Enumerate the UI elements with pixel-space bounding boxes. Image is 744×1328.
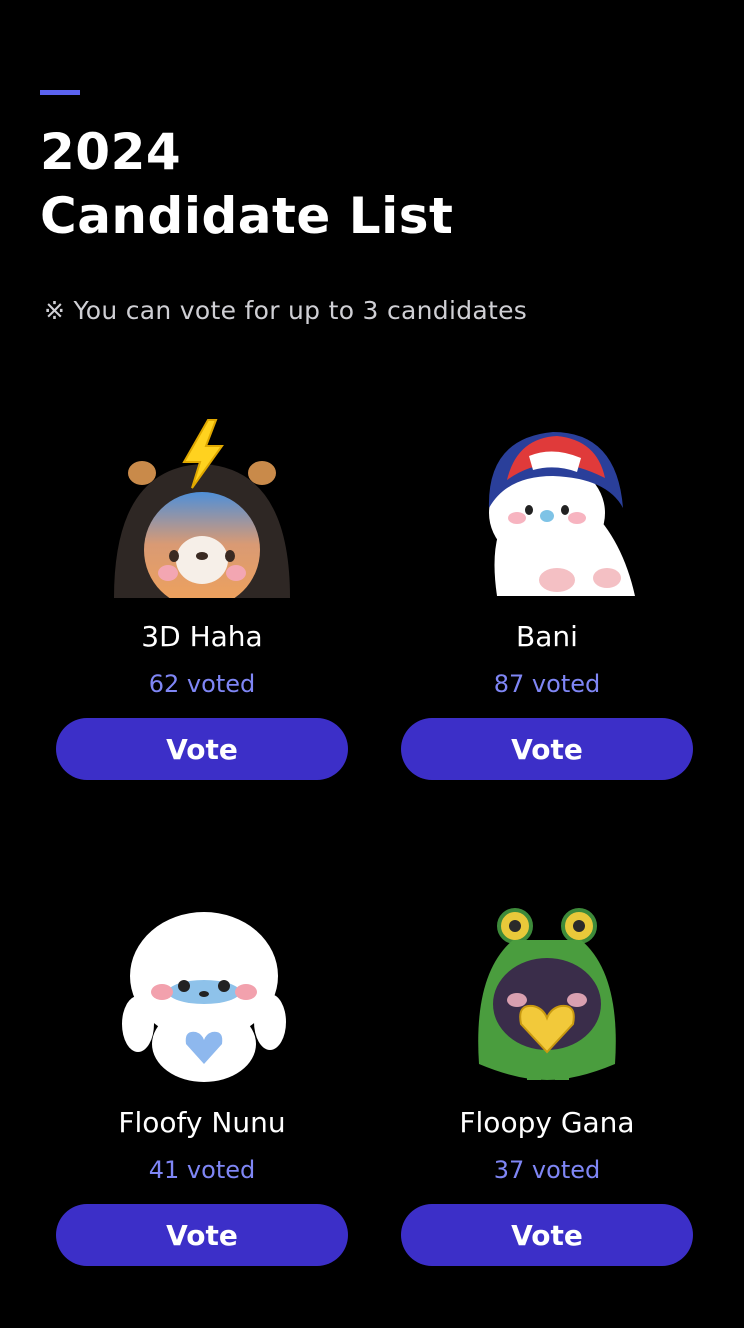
candidate-vote-count: 41 voted — [148, 1156, 256, 1184]
candidate-vote-count: 37 voted — [493, 1156, 601, 1184]
title-accent-bar — [40, 90, 80, 95]
fluffy-white-seal-icon — [122, 912, 286, 1082]
vote-button[interactable]: Vote — [56, 1204, 348, 1266]
vote-button[interactable]: Vote — [56, 718, 348, 780]
vote-limit-notice: ※ You can vote for up to 3 candidates — [44, 296, 528, 325]
candidate-name: Bani — [516, 620, 578, 653]
candidate-name: Floofy Nunu — [118, 1106, 286, 1139]
title-text: Candidate List — [40, 187, 454, 245]
vote-button[interactable]: Vote — [401, 718, 693, 780]
green-frog-heart-icon — [478, 908, 616, 1080]
candidate-vote-count: 87 voted — [493, 670, 601, 698]
candidate-vote-count: 62 voted — [148, 670, 256, 698]
candidate-name: Floopy Gana — [459, 1106, 635, 1139]
title-year: 2024 — [40, 123, 182, 181]
white-bunny-red-cap-icon — [488, 432, 635, 596]
brown-bear-lightning-icon — [114, 419, 290, 598]
vote-button[interactable]: Vote — [401, 1204, 693, 1266]
page-title: 2024 Candidate List — [40, 120, 453, 248]
candidate-name: 3D Haha — [141, 620, 263, 653]
